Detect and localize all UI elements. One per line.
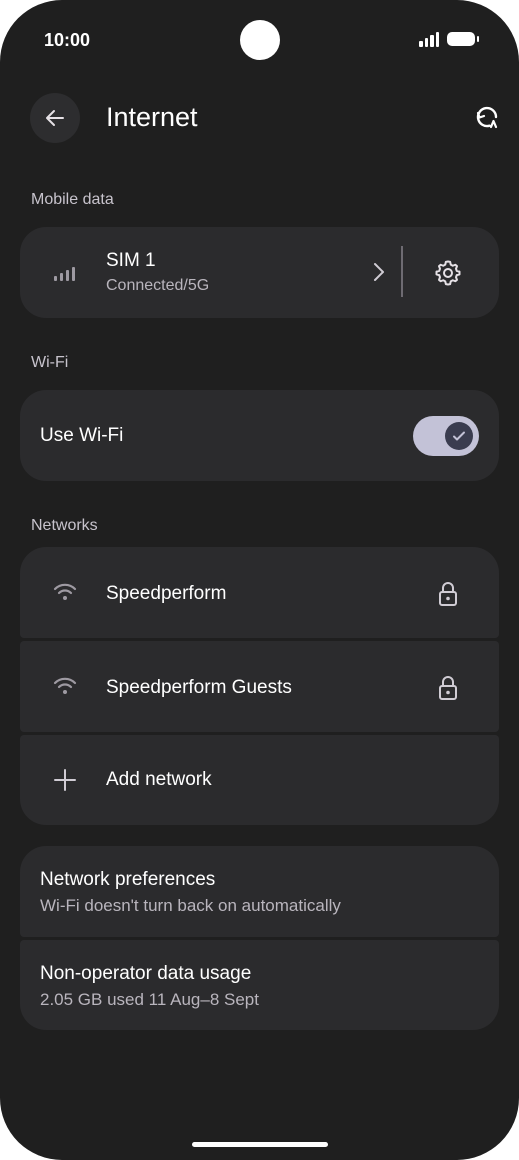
wifi-icon <box>53 677 77 694</box>
section-label-networks: Networks <box>31 517 98 534</box>
signal-icon <box>419 31 439 47</box>
data-usage-row[interactable]: Non-operator data usage 2.05 GB used 11 … <box>20 940 499 1030</box>
chevron-right-icon <box>374 263 384 281</box>
toggle-knob <box>445 422 473 450</box>
check-icon <box>453 431 465 441</box>
network-reset-button[interactable] <box>474 104 502 137</box>
network-item-speedperform-guests[interactable]: Speedperform Guests <box>20 641 499 732</box>
data-usage-title: Non-operator data usage <box>40 963 252 984</box>
cell-signal-icon <box>54 267 75 281</box>
home-indicator[interactable] <box>192 1142 328 1147</box>
status-icons <box>419 31 479 47</box>
camera-cutout <box>240 20 280 60</box>
lock-icon <box>439 582 457 606</box>
battery-icon <box>447 32 479 46</box>
use-wifi-label: Use Wi-Fi <box>40 425 124 446</box>
data-usage-subtitle: 2.05 GB used 11 Aug–8 Sept <box>40 990 259 1009</box>
status-time: 10:00 <box>44 30 91 50</box>
network-preferences-subtitle: Wi-Fi doesn't turn back on automatically <box>40 896 341 915</box>
sim-settings-button[interactable] <box>428 255 468 291</box>
refresh-network-icon <box>476 106 498 129</box>
page-title: Internet <box>106 102 198 132</box>
network-preferences-title: Network preferences <box>40 869 216 890</box>
add-network-label: Add network <box>106 769 212 790</box>
network-item-speedperform[interactable]: Speedperform <box>20 547 499 638</box>
sim-card-row[interactable]: SIM 1 Connected/5G <box>20 227 499 318</box>
arrow-back-icon <box>46 110 64 126</box>
section-label-mobile-data: Mobile data <box>31 191 114 208</box>
sim-name: SIM 1 <box>106 250 156 271</box>
use-wifi-row[interactable]: Use Wi-Fi <box>20 390 499 481</box>
network-preferences-row[interactable]: Network preferences Wi-Fi doesn't turn b… <box>20 846 499 937</box>
divider <box>401 246 403 297</box>
sim-status: Connected/5G <box>106 277 210 294</box>
section-label-wifi: Wi-Fi <box>31 354 69 371</box>
network-name: Speedperform Guests <box>106 677 292 698</box>
network-name: Speedperform <box>106 583 227 604</box>
add-network-row[interactable]: Add network <box>20 735 499 825</box>
wifi-toggle[interactable] <box>413 416 479 456</box>
back-button[interactable] <box>30 93 80 143</box>
plus-icon <box>54 769 76 791</box>
phone-screen: 10:00 Internet Mobile data SIM 1 Connect… <box>0 0 519 1160</box>
wifi-icon <box>53 583 77 600</box>
lock-icon <box>439 676 457 700</box>
gear-icon <box>435 260 461 286</box>
